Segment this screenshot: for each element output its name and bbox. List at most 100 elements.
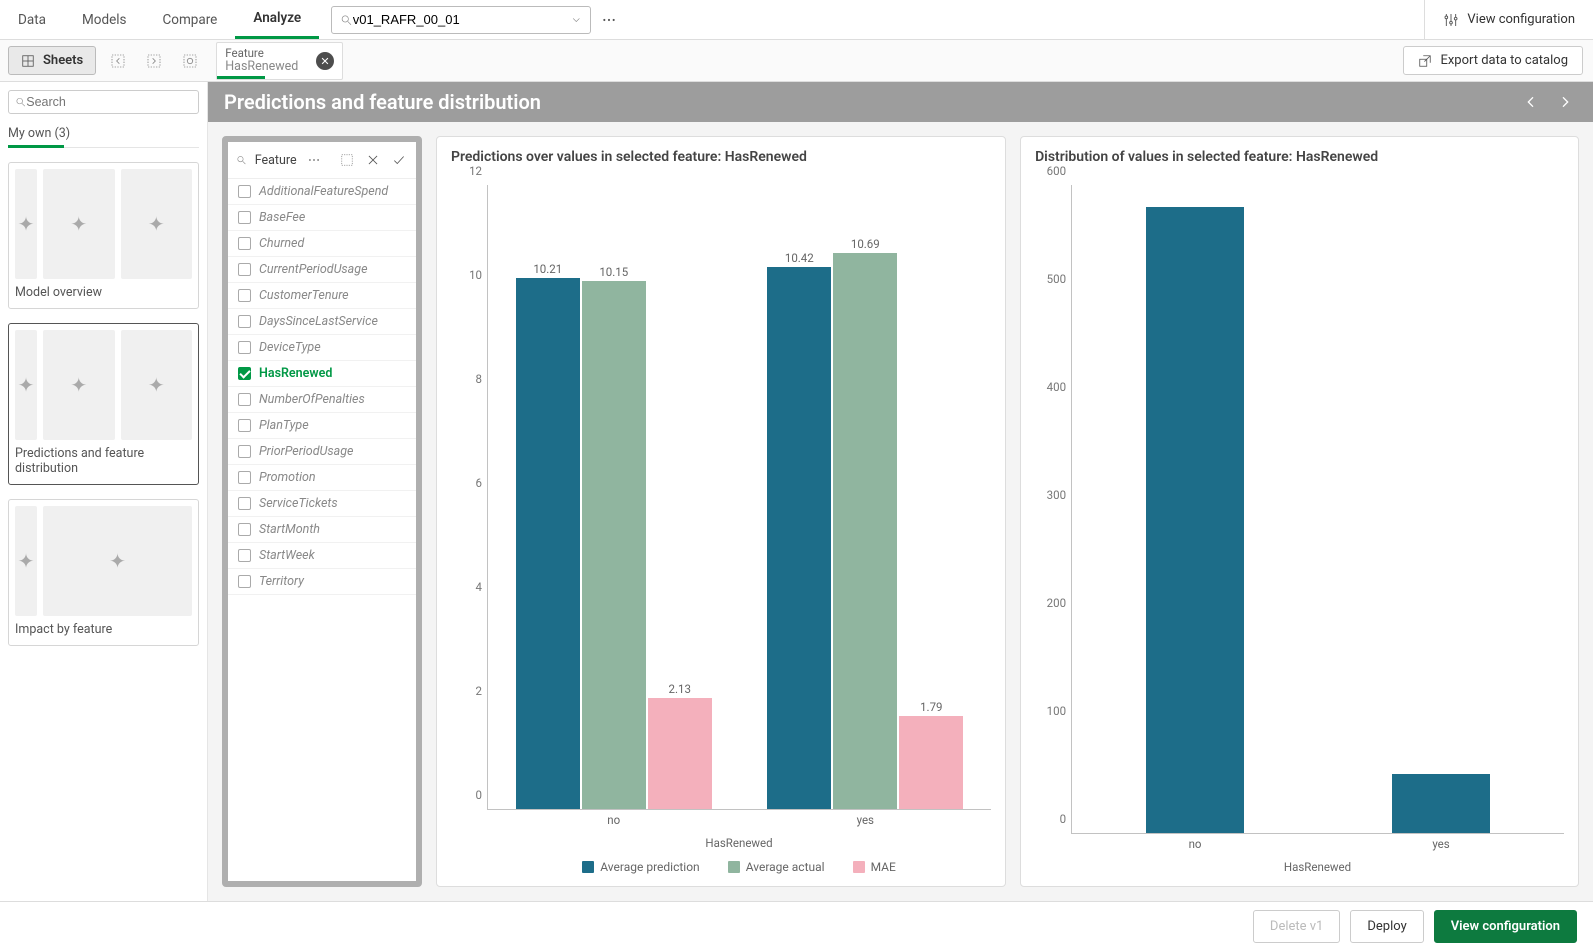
feature-item-label: StartWeek xyxy=(259,548,315,563)
checkbox-icon xyxy=(238,471,251,484)
sheet-thumbnail[interactable]: ✦✦✦Predictions and feature distribution xyxy=(8,323,199,485)
feature-item[interactable]: PlanType xyxy=(228,413,416,439)
bar[interactable]: 10.42 xyxy=(767,267,831,809)
tab-analyze[interactable]: Analyze xyxy=(235,0,319,39)
checkbox-icon xyxy=(238,575,251,588)
feature-item-label: ServiceTickets xyxy=(259,496,338,511)
x-category-label: no xyxy=(1189,837,1202,851)
view-configuration-top-label: View configuration xyxy=(1467,12,1575,27)
clear-selections-button[interactable] xyxy=(176,47,204,75)
feature-item-label: HasRenewed xyxy=(259,366,332,381)
top-tabs: DataModelsCompareAnalyze xyxy=(0,0,319,39)
chevron-down-icon[interactable] xyxy=(570,13,583,27)
feature-item[interactable]: PriorPeriodUsage xyxy=(228,439,416,465)
model-search[interactable] xyxy=(331,6,591,34)
feature-list-panel: Feature AdditionalFeatureSpendBaseFeeChu… xyxy=(222,136,422,887)
feature-item-label: CustomerTenure xyxy=(259,288,349,303)
legend-label: Average actual xyxy=(746,860,825,874)
legend-item[interactable]: MAE xyxy=(853,860,896,874)
bar[interactable] xyxy=(1392,774,1490,833)
checkbox-icon xyxy=(238,445,251,458)
checkbox-icon xyxy=(238,315,251,328)
selection-forward-button[interactable] xyxy=(140,47,168,75)
checkbox-icon xyxy=(238,185,251,198)
bar[interactable] xyxy=(1146,207,1244,833)
bar-value-label: 10.69 xyxy=(851,237,880,251)
sheet-thumbnail-label: Model overview xyxy=(15,285,192,300)
legend-item[interactable]: Average prediction xyxy=(582,860,699,874)
feature-item[interactable]: Territory xyxy=(228,569,416,595)
feature-panel-selection[interactable] xyxy=(338,150,356,170)
sheet-thumbnail[interactable]: ✦✦Impact by feature xyxy=(8,499,199,646)
legend-label: Average prediction xyxy=(600,860,699,874)
view-configuration-button[interactable]: View configuration xyxy=(1434,910,1577,943)
feature-item-label: DeviceType xyxy=(259,340,321,355)
prev-sheet-button[interactable] xyxy=(1519,90,1543,114)
sheet-thumbnail[interactable]: ✦✦✦Model overview xyxy=(8,162,199,309)
feature-item[interactable]: NumberOfPenalties xyxy=(228,387,416,413)
tab-compare[interactable]: Compare xyxy=(144,0,235,39)
x-category-label: yes xyxy=(1432,837,1449,851)
feature-panel-more[interactable] xyxy=(305,150,323,170)
checkbox-icon xyxy=(238,341,251,354)
feature-item[interactable]: Churned xyxy=(228,231,416,257)
feature-item[interactable]: AdditionalFeatureSpend xyxy=(228,179,416,205)
selection-chip-feature[interactable]: Feature HasRenewed xyxy=(216,42,343,80)
export-data-button[interactable]: Export data to catalog xyxy=(1403,46,1583,75)
search-icon xyxy=(340,13,353,27)
feature-item[interactable]: DaysSinceLastService xyxy=(228,309,416,335)
feature-panel-confirm[interactable] xyxy=(390,150,408,170)
model-search-input[interactable] xyxy=(353,12,570,27)
search-icon xyxy=(236,154,247,166)
bar[interactable]: 10.15 xyxy=(582,281,646,809)
x-category-label: no xyxy=(607,813,620,827)
feature-item[interactable]: StartWeek xyxy=(228,543,416,569)
sheet-search-input[interactable] xyxy=(26,95,192,109)
feature-item[interactable]: CustomerTenure xyxy=(228,283,416,309)
legend-swatch xyxy=(853,861,865,873)
deploy-button[interactable]: Deploy xyxy=(1350,910,1423,943)
feature-item[interactable]: Promotion xyxy=(228,465,416,491)
feature-item[interactable]: StartMonth xyxy=(228,517,416,543)
feature-item[interactable]: BaseFee xyxy=(228,205,416,231)
feature-item-label: Churned xyxy=(259,236,304,251)
feature-item[interactable]: ServiceTickets xyxy=(228,491,416,517)
legend-item[interactable]: Average actual xyxy=(728,860,825,874)
legend-label: MAE xyxy=(871,860,896,874)
next-sheet-button[interactable] xyxy=(1553,90,1577,114)
export-data-label: Export data to catalog xyxy=(1440,53,1568,68)
sidebar-tab-myown[interactable]: My own (3) xyxy=(8,126,199,148)
feature-item-label: BaseFee xyxy=(259,210,305,225)
chart1-xlabel: HasRenewed xyxy=(487,836,991,850)
feature-item-label: PlanType xyxy=(259,418,309,433)
bar[interactable]: 2.13 xyxy=(648,698,712,809)
bar-value-label: 10.21 xyxy=(533,262,562,276)
selection-back-button[interactable] xyxy=(104,47,132,75)
feature-item[interactable]: CurrentPeriodUsage xyxy=(228,257,416,283)
checkbox-icon xyxy=(238,263,251,276)
chip-clear-button[interactable] xyxy=(316,52,334,70)
feature-panel-cancel[interactable] xyxy=(364,150,382,170)
legend-swatch xyxy=(582,861,594,873)
more-actions-button[interactable] xyxy=(601,12,617,28)
bar[interactable]: 10.69 xyxy=(833,253,897,809)
close-icon xyxy=(320,56,330,66)
feature-item[interactable]: DeviceType xyxy=(228,335,416,361)
bar[interactable]: 10.21 xyxy=(516,278,580,809)
search-icon xyxy=(15,96,26,108)
checkbox-icon xyxy=(238,367,251,380)
chart2-xlabel: HasRenewed xyxy=(1071,860,1564,874)
view-configuration-top[interactable]: View configuration xyxy=(1424,0,1593,39)
sheet-search[interactable] xyxy=(8,90,199,114)
page-title: Predictions and feature distribution xyxy=(224,90,541,114)
bar[interactable]: 1.79 xyxy=(899,716,963,809)
tab-data[interactable]: Data xyxy=(0,0,64,39)
chart1-title: Predictions over values in selected feat… xyxy=(437,137,1005,171)
feature-item-label: CurrentPeriodUsage xyxy=(259,262,368,277)
feature-item[interactable]: HasRenewed xyxy=(228,361,416,387)
checkbox-icon xyxy=(238,237,251,250)
tab-models[interactable]: Models xyxy=(64,0,145,39)
sheets-button[interactable]: Sheets xyxy=(8,46,96,75)
predictions-chart-panel: Predictions over values in selected feat… xyxy=(436,136,1006,887)
bar-value-label: 2.13 xyxy=(669,682,691,696)
